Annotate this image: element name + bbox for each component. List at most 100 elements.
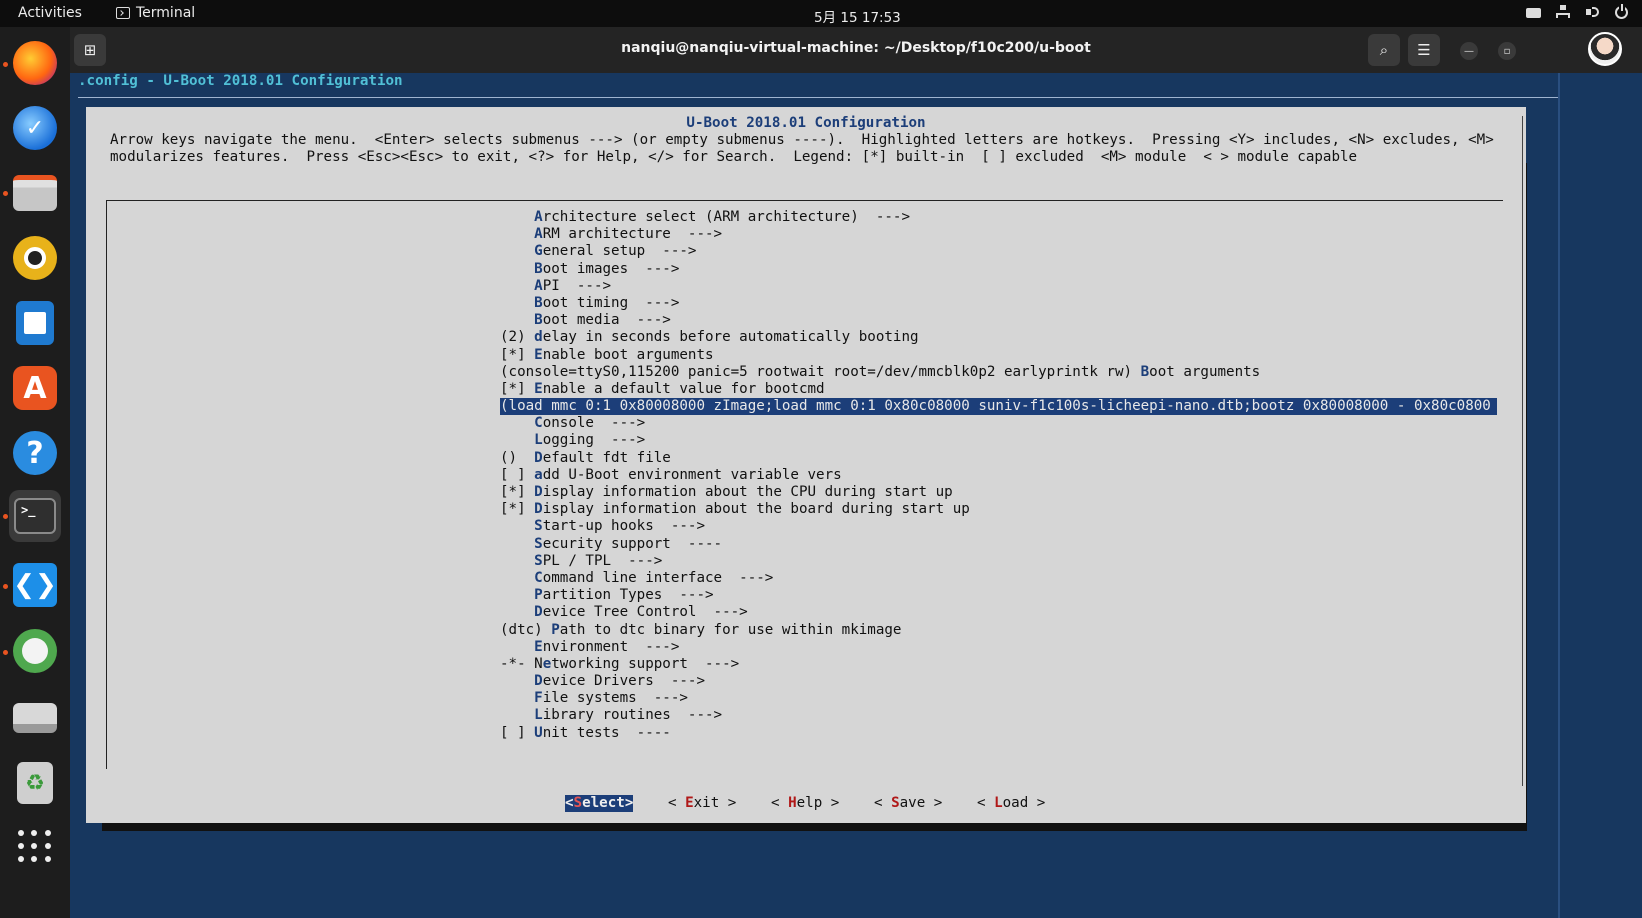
menu-item-prefix (500, 209, 534, 225)
menu-item[interactable]: Partition Types ---> (500, 587, 1497, 604)
menu-item[interactable]: (2) delay in seconds before automaticall… (500, 329, 1497, 346)
dock-app-center[interactable]: A (9, 362, 61, 414)
dock-show-apps[interactable] (9, 820, 61, 872)
menu-item[interactable]: Logging ---> (500, 432, 1497, 449)
terminal-area[interactable]: .config - U-Boot 2018.01 Configuration U… (70, 73, 1642, 918)
menu-item[interactable]: Boot images ---> (500, 261, 1497, 278)
save-button[interactable]: < Save > (874, 795, 942, 812)
system-tray[interactable] (1526, 1, 1628, 20)
dock-thunderbird[interactable]: ✓ (9, 102, 61, 154)
menu-item[interactable]: [ ] Unit tests ---- (500, 725, 1497, 742)
select-button[interactable]: <Select> (565, 795, 634, 812)
dock-drive[interactable] (9, 692, 61, 744)
menu-item[interactable]: (console=ttyS0,115200 panic=5 rootwait r… (500, 364, 1497, 381)
running-indicator (3, 514, 8, 519)
menu-item-hotkey: D (534, 449, 543, 466)
activities-button[interactable]: Activities (18, 5, 82, 21)
menu-item-hotkey: B (534, 294, 543, 311)
menu-item-hotkey: G (534, 243, 543, 260)
dock-trash[interactable]: ♻ (9, 757, 61, 809)
keyboard-icon[interactable] (1526, 8, 1541, 18)
menu-item-prefix (500, 587, 534, 603)
menu-item-prefix: (load mmc 0:1 0x80008000 zImage;load mmc… (500, 398, 1491, 415)
menu-item-prefix (500, 570, 534, 586)
avatar[interactable] (1588, 32, 1622, 66)
button-label: elp (796, 795, 823, 811)
dock-help[interactable]: ? (9, 427, 61, 479)
menu-item-hotkey: B (534, 312, 543, 329)
show-apps-icon (18, 829, 52, 863)
menu-item-prefix: -*- N (500, 655, 543, 672)
menu-item[interactable]: (load mmc 0:1 0x80008000 zImage;load mmc… (500, 398, 1497, 416)
dock-vscode[interactable]: ❮❯ (9, 559, 61, 611)
menu-item[interactable]: [*] Enable boot arguments (500, 347, 1497, 364)
menu-item[interactable]: ARM architecture ---> (500, 226, 1497, 243)
menu-item[interactable]: Boot timing ---> (500, 295, 1497, 312)
dock-terminal[interactable]: >_ (9, 490, 61, 542)
menu-item-hotkey: L (534, 432, 543, 449)
menu-button[interactable]: ☰ (1408, 34, 1440, 66)
power-icon[interactable] (1615, 1, 1628, 19)
menu-item[interactable]: Start-up hooks ---> (500, 518, 1497, 535)
menu-item-label: PI ---> (542, 277, 612, 294)
menu-item-prefix (500, 226, 534, 242)
button-label: < (668, 795, 686, 811)
minimize-button[interactable]: — (1460, 42, 1478, 60)
menu-item-hotkey: U (534, 724, 543, 741)
running-indicator (3, 191, 8, 196)
menu-item-hotkey: S (534, 518, 543, 535)
menu-item[interactable]: (dtc) Path to dtc binary for use within … (500, 622, 1497, 639)
menu-item[interactable]: [*] Display information about the board … (500, 501, 1497, 518)
dock-firefox[interactable] (9, 37, 61, 89)
clock[interactable]: 5月 15 17:53 (814, 6, 901, 26)
menu-item-label: tart-up hooks ---> (542, 518, 706, 535)
menu-item[interactable]: File systems ---> (500, 690, 1497, 707)
dock-writer[interactable] (9, 297, 61, 349)
menu-item[interactable]: () Default fdt file (500, 450, 1497, 467)
button-label: xit (693, 795, 720, 811)
menu-item-prefix (500, 243, 534, 259)
menu-item[interactable]: [*] Display information about the CPU du… (500, 484, 1497, 501)
load-button[interactable]: < Load > (977, 795, 1045, 812)
menu-item-hotkey: P (551, 621, 560, 638)
menu-item[interactable]: Environment ---> (500, 639, 1497, 656)
menu-item[interactable]: Console ---> (500, 415, 1497, 432)
dock-disk-usage[interactable] (9, 625, 61, 677)
dock-files[interactable] (9, 167, 61, 219)
menu-item[interactable]: Device Drivers ---> (500, 673, 1497, 690)
search-icon: ⌕ (1379, 41, 1389, 59)
menu-item[interactable]: Security support ---- (500, 536, 1497, 553)
menu-item-prefix: () (500, 449, 535, 466)
help-icon: ? (13, 431, 57, 475)
search-button[interactable]: ⌕ (1368, 34, 1400, 66)
running-indicator (3, 650, 8, 655)
menu-item-label: dd U-Boot environment variable vers (542, 466, 842, 483)
menu-item[interactable]: General setup ---> (500, 243, 1497, 260)
menu-item-hotkey: e (542, 655, 552, 672)
dialog-border (1522, 116, 1523, 786)
menu-item[interactable]: Device Tree Control ---> (500, 604, 1497, 621)
menu-item[interactable]: -*- Networking support ---> (500, 656, 1497, 673)
menu-item[interactable]: Architecture select (ARM architecture) -… (500, 209, 1497, 226)
exit-button[interactable]: < Exit > (668, 795, 736, 812)
maximize-button[interactable]: ▫ (1498, 42, 1516, 60)
menu-item-hotkey: F (534, 690, 543, 707)
dock-rhythmbox[interactable] (9, 232, 61, 284)
scrollbar[interactable] (1558, 73, 1570, 918)
menu-item-label: efault fdt file (542, 449, 671, 466)
menu-item-hotkey: A (534, 209, 543, 225)
menu-item[interactable]: SPL / TPL ---> (500, 553, 1497, 570)
help-button[interactable]: < Help > (771, 795, 839, 812)
menu-item[interactable]: Command line interface ---> (500, 570, 1497, 587)
menu-item[interactable]: [*] Enable a default value for bootcmd (500, 381, 1497, 398)
menu-item[interactable]: API ---> (500, 278, 1497, 295)
app-menu[interactable]: Terminal (116, 5, 195, 21)
terminal-app-icon (116, 7, 130, 19)
network-icon[interactable] (1555, 4, 1571, 20)
title-bar[interactable]: ⊞ nanqiu@nanqiu-virtual-machine: ~/Deskt… (70, 27, 1642, 73)
menu-item[interactable]: Boot media ---> (500, 312, 1497, 329)
menu-item[interactable]: [ ] add U-Boot environment variable vers (500, 467, 1497, 484)
menu-item[interactable]: Library routines ---> (500, 707, 1497, 724)
volume-icon[interactable] (1585, 4, 1601, 20)
menu-item-prefix (500, 295, 534, 311)
